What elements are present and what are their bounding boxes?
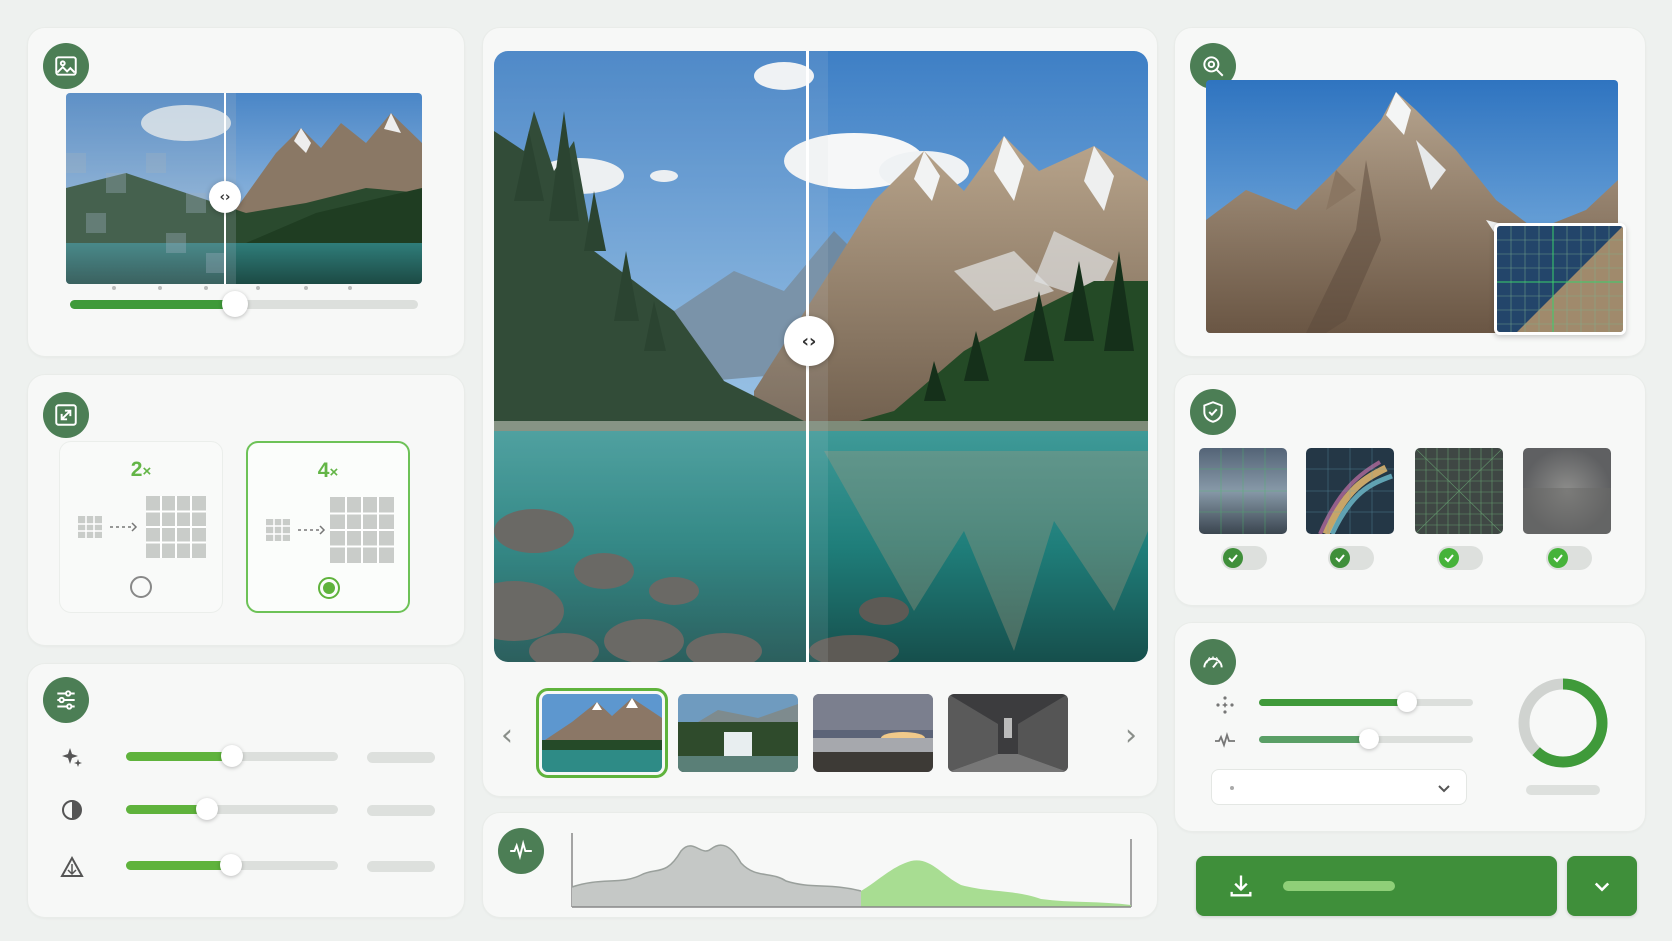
compare-slider-knob[interactable]	[222, 291, 248, 317]
resize-icon	[43, 392, 89, 438]
compare-preview-image: ‹›	[66, 93, 422, 284]
compare-slider[interactable]	[70, 291, 418, 317]
performance-dropdown[interactable]	[1211, 769, 1467, 805]
chevron-down-icon	[1594, 882, 1610, 892]
performance-slider-fill	[1259, 736, 1369, 743]
adjustment-slider-fill	[126, 805, 206, 814]
artifact-chromatic-tile	[1306, 448, 1394, 534]
main-compare-image: ‹›	[494, 51, 1148, 662]
upscale-option-label: 4×	[317, 459, 339, 482]
adjustment-value-placeholder	[367, 805, 435, 816]
adjustment-slider-fill	[126, 861, 230, 870]
artifact-blur-tile	[1523, 448, 1611, 534]
artifact-chromatic-toggle[interactable]	[1328, 546, 1374, 570]
thumbnail-sunset-beach[interactable]	[813, 694, 933, 772]
histogram-card	[482, 812, 1158, 918]
performance-slider-knob[interactable]	[1397, 692, 1417, 712]
artifact-compression-toggle[interactable]	[1221, 546, 1267, 570]
upscale-option-4x[interactable]: 4×	[246, 441, 410, 613]
thumbnail-waterfall[interactable]	[678, 694, 798, 772]
progress-ring	[1518, 678, 1608, 768]
zoom-card	[1174, 27, 1646, 357]
download-label-placeholder	[1283, 881, 1395, 891]
zoom-loupe[interactable]	[1494, 223, 1626, 335]
compare-split-handle[interactable]: ‹›	[209, 181, 241, 213]
upscale-radio-2x[interactable]	[130, 576, 152, 598]
sliders-icon	[43, 677, 89, 723]
waveform-icon	[498, 828, 544, 874]
adjustment-slider-1[interactable]	[126, 745, 338, 767]
download-options-button[interactable]	[1567, 856, 1637, 916]
upscale-option-label: 2×	[130, 458, 152, 481]
main-split-handle[interactable]: ‹›	[784, 316, 834, 366]
artifacts-card	[1174, 374, 1646, 606]
artifact-blur-toggle[interactable]	[1546, 546, 1592, 570]
download-icon	[1230, 875, 1252, 897]
artifact-noise-toggle[interactable]	[1437, 546, 1483, 570]
image-icon	[43, 43, 89, 89]
sparkle-icon	[62, 748, 82, 767]
artifact-noise-tile	[1415, 448, 1503, 534]
adjustment-slider-knob[interactable]	[196, 798, 218, 820]
upscale-diagram	[78, 496, 206, 558]
upscale-radio-4x[interactable]	[318, 577, 340, 599]
artifact-compression-tile	[1199, 448, 1287, 534]
compare-preview-card: ‹›	[27, 27, 465, 357]
contrast-icon	[62, 800, 82, 820]
progress-label-placeholder	[1526, 785, 1600, 795]
histogram-chart	[571, 833, 1132, 908]
performance-card	[1174, 622, 1646, 832]
adjustment-slider-knob[interactable]	[220, 854, 242, 876]
adjustment-slider-knob[interactable]	[221, 745, 243, 767]
download-button[interactable]	[1196, 856, 1557, 916]
performance-slider-1[interactable]	[1259, 692, 1473, 712]
adjustment-slider-fill	[126, 752, 232, 761]
sparkle-dots-icon	[1216, 696, 1234, 714]
adjustment-slider-3[interactable]	[126, 854, 338, 876]
thumbnail-mountain-lake[interactable]	[536, 688, 668, 778]
upscale-card: 2× 4×	[27, 374, 465, 646]
sharpen-icon	[60, 855, 84, 877]
chevron-down-icon	[1438, 785, 1450, 793]
shield-icon	[1190, 389, 1236, 435]
adjustments-card	[27, 663, 465, 918]
thumbnail-city-street[interactable]	[948, 694, 1068, 772]
main-viewer-card: ‹› ‹ ›	[482, 27, 1158, 797]
waveform-small-icon	[1215, 732, 1235, 748]
performance-slider-fill	[1259, 699, 1407, 706]
chevron-right-icon[interactable]: ›	[1125, 718, 1137, 753]
compare-slider-fill	[70, 300, 232, 309]
upscale-diagram	[266, 497, 394, 563]
upscale-option-2x[interactable]: 2×	[59, 441, 223, 613]
adjustment-slider-2[interactable]	[126, 798, 338, 820]
dropdown-value-dot	[1230, 786, 1234, 790]
performance-slider-knob[interactable]	[1359, 729, 1379, 749]
adjustment-value-placeholder	[367, 752, 435, 763]
speedometer-icon	[1190, 639, 1236, 685]
chevron-left-icon[interactable]: ‹	[501, 718, 513, 753]
adjustment-value-placeholder	[367, 861, 435, 872]
performance-slider-2[interactable]	[1259, 729, 1473, 749]
